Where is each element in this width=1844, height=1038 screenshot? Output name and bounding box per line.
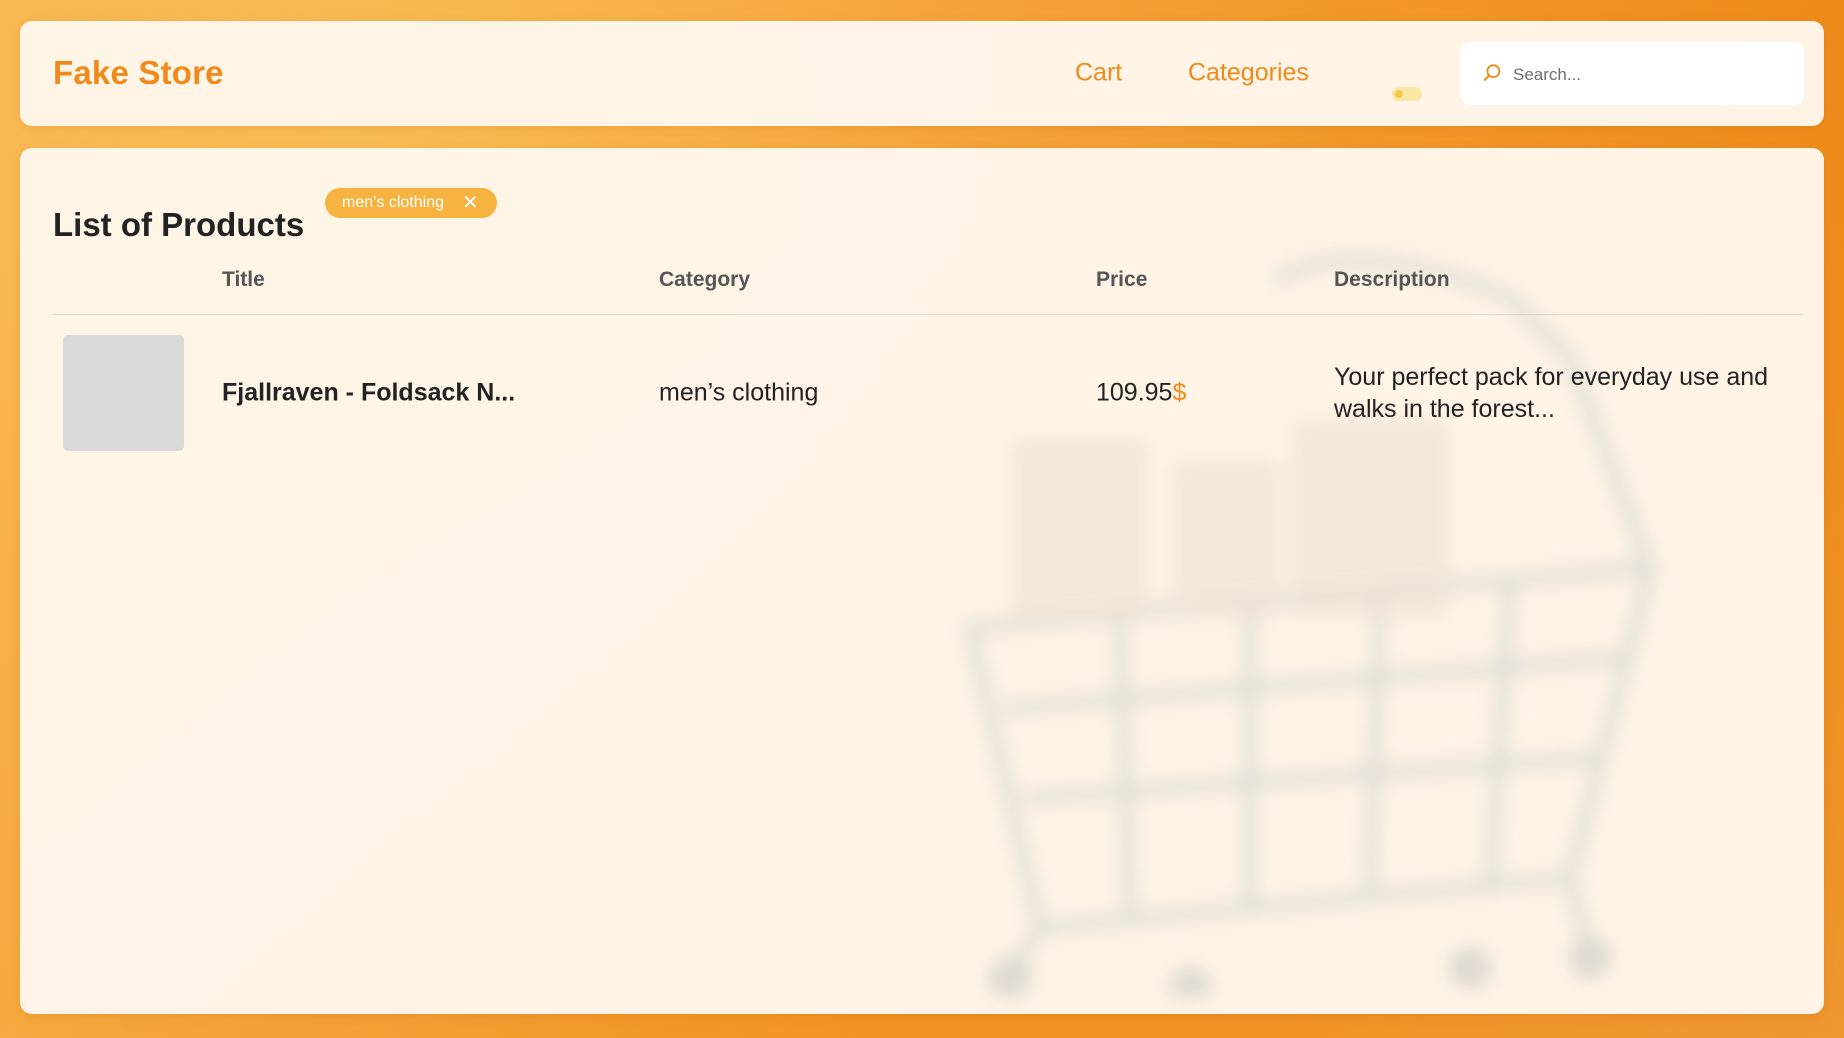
close-icon[interactable]: ✕ <box>462 193 479 213</box>
search-icon <box>1483 64 1501 81</box>
category-filter-chip: men’s clothing ✕ <box>325 188 497 218</box>
top-navbar: Fake Store Cart Categories <box>20 21 1824 126</box>
product-title: Fjallraven - Foldsack N... <box>222 378 516 407</box>
column-header-description: Description <box>1334 268 1450 291</box>
toggle-knob <box>1395 90 1403 98</box>
nav-categories-link[interactable]: Categories <box>1188 59 1309 88</box>
column-header-price: Price <box>1096 268 1148 291</box>
theme-toggle[interactable] <box>1392 87 1422 101</box>
table-row[interactable]: Fjallraven - Foldsack N... men’s clothin… <box>20 315 1824 455</box>
product-category: men’s clothing <box>659 378 819 407</box>
chip-label: men’s clothing <box>342 194 444 211</box>
product-price: 109.95$ <box>1096 379 1186 408</box>
column-header-title: Title <box>222 268 265 291</box>
page-title: List of Products <box>53 206 305 244</box>
search-box[interactable] <box>1461 42 1804 107</box>
product-image-placeholder <box>63 335 184 451</box>
products-panel: List of Products men’s clothing ✕ Title … <box>20 148 1824 1014</box>
search-input[interactable] <box>1511 42 1795 107</box>
brand-logo[interactable]: Fake Store <box>53 54 224 92</box>
price-value: 109.95 <box>1096 378 1173 407</box>
column-header-category: Category <box>659 268 751 291</box>
nav-cart-link[interactable]: Cart <box>1075 59 1122 88</box>
currency-symbol: $ <box>1172 378 1187 407</box>
product-description: Your perfect pack for everyday use and w… <box>1334 363 1769 423</box>
